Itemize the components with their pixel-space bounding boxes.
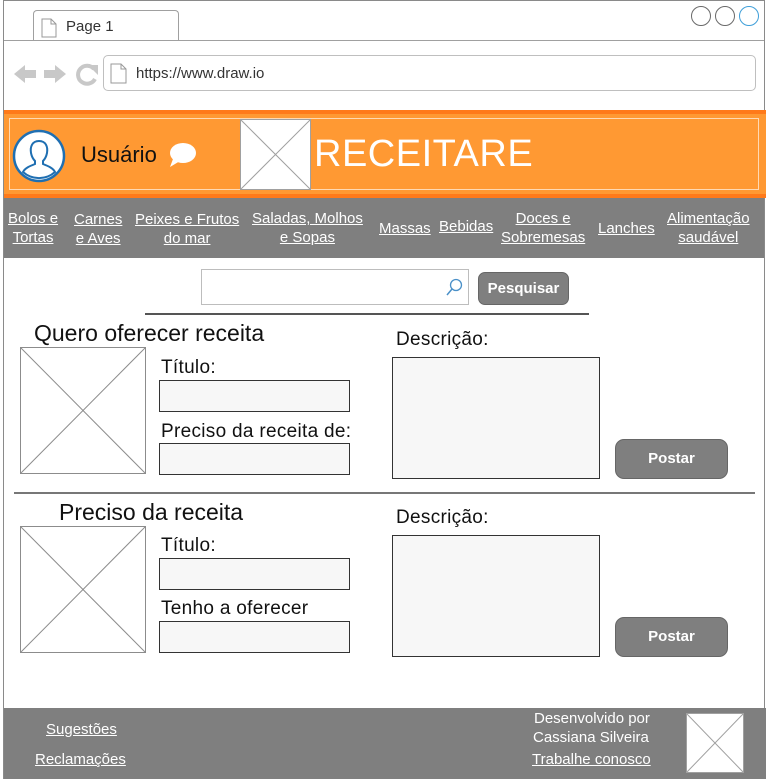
offer-description-input[interactable] <box>393 358 599 478</box>
image-placeholder-icon <box>240 119 311 190</box>
footer-developed-by: Desenvolvido por <box>534 710 650 727</box>
need-description-field[interactable] <box>392 535 600 657</box>
offer-description-label: Descrição: <box>396 329 489 350</box>
menu-item-lanches[interactable]: Lanches <box>598 219 655 238</box>
image-placeholder-icon <box>20 526 146 653</box>
need-post-button[interactable]: Postar <box>615 617 728 657</box>
image-placeholder-icon <box>686 713 744 773</box>
need-image-placeholder <box>20 526 146 653</box>
need-offer-field[interactable] <box>159 621 350 653</box>
menu-item-carnes-aves[interactable]: Carnes e Aves <box>74 210 122 248</box>
url-text: https://www.draw.io <box>136 65 265 82</box>
logo-image-placeholder <box>240 119 311 190</box>
offer-section-title: Quero oferecer receita <box>34 320 265 346</box>
offer-title-input[interactable] <box>160 381 349 411</box>
need-title-field[interactable] <box>159 558 350 590</box>
offer-need-input[interactable] <box>160 444 349 474</box>
search-underline <box>145 313 589 315</box>
menu-item-bebidas[interactable]: Bebidas <box>439 217 493 236</box>
chat-icon[interactable] <box>168 142 198 168</box>
window-button-1[interactable] <box>691 6 711 26</box>
back-icon[interactable] <box>14 65 36 83</box>
need-title-input[interactable] <box>160 559 349 589</box>
menu-item-peixes-frutos[interactable]: Peixes e Frutos do mar <box>135 210 239 248</box>
browser-tab[interactable]: Page 1 <box>33 10 179 41</box>
forward-icon[interactable] <box>44 65 66 83</box>
need-second-label: Tenho a oferecer <box>161 598 309 619</box>
offer-title-field[interactable] <box>159 380 350 412</box>
offer-post-button[interactable]: Postar <box>615 439 728 479</box>
offer-title-label: Título: <box>161 357 216 378</box>
footer-image-placeholder <box>686 713 744 773</box>
address-bar[interactable]: https://www.draw.io <box>103 55 756 91</box>
need-description-label: Descrição: <box>396 507 489 528</box>
category-menu: Bolos e Tortas Carnes e Aves Peixes e Frut… <box>4 198 764 258</box>
footer-suggestions-link[interactable]: Sugestões <box>46 721 117 738</box>
tab-divider <box>4 40 764 41</box>
search-field[interactable] <box>201 269 469 305</box>
site-footer <box>4 708 766 779</box>
offer-second-label: Preciso da receita de: <box>161 421 352 442</box>
page-icon <box>41 18 57 38</box>
footer-complaints-link[interactable]: Reclamações <box>35 751 126 768</box>
footer-developer-name: Cassiana Silveira <box>533 729 649 746</box>
search-button[interactable]: Pesquisar <box>478 272 569 305</box>
footer-careers-link[interactable]: Trabalhe conosco <box>532 751 651 768</box>
menu-item-massas[interactable]: Massas <box>379 219 431 238</box>
need-description-input[interactable] <box>393 536 599 656</box>
refresh-icon[interactable] <box>76 63 98 86</box>
menu-item-saladas-molhos[interactable]: Saladas, Molhos e Sopas <box>252 209 363 247</box>
user-avatar-icon[interactable] <box>12 129 66 183</box>
need-section-title: Preciso da receita <box>59 499 244 525</box>
section-divider <box>14 492 755 494</box>
window-button-3[interactable] <box>739 6 759 26</box>
menu-item-bolos-tortas[interactable]: Bolos e Tortas <box>8 209 58 247</box>
menu-item-doces-sobremesas[interactable]: Doces e Sobremesas <box>501 209 585 247</box>
need-title-label: Título: <box>161 535 216 556</box>
offer-image-placeholder <box>20 347 146 474</box>
window-button-2[interactable] <box>715 6 735 26</box>
menu-item-alimentacao-saudavel[interactable]: Alimentação saudável <box>667 209 750 247</box>
need-offer-input[interactable] <box>160 622 349 652</box>
browser-nav-icons <box>14 63 98 86</box>
search-input[interactable] <box>202 270 442 304</box>
brand-title: RECEITARE <box>314 133 534 175</box>
offer-need-field[interactable] <box>159 443 350 475</box>
image-placeholder-icon <box>20 347 146 474</box>
search-icon[interactable] <box>445 278 463 298</box>
offer-description-field[interactable] <box>392 357 600 479</box>
page-icon <box>110 63 127 84</box>
user-label[interactable]: Usuário <box>81 142 157 168</box>
tab-label: Page 1 <box>66 18 114 35</box>
